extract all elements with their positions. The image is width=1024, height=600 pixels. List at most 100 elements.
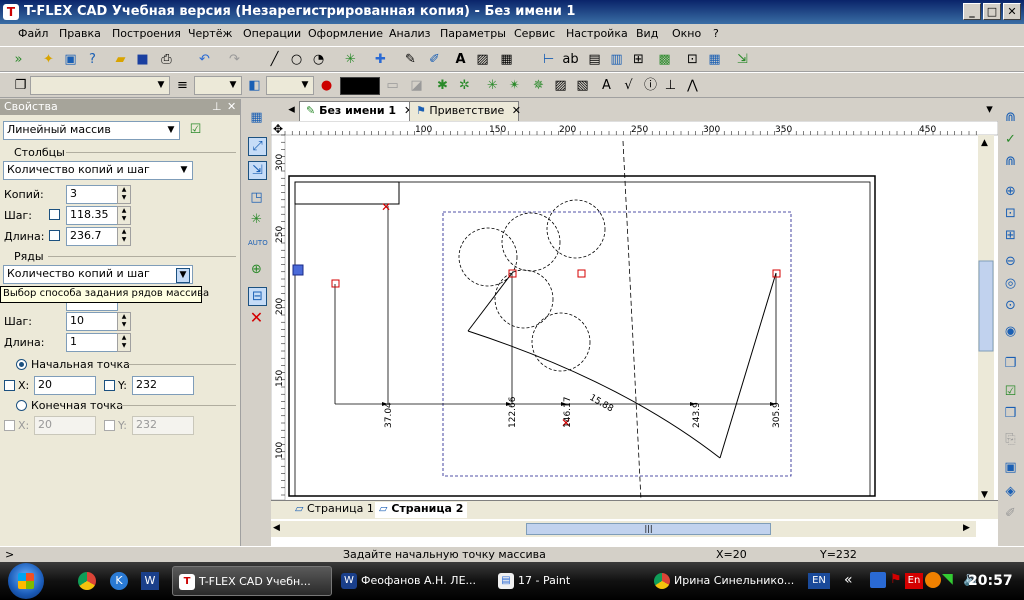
rows-step-input[interactable]: 10: [66, 312, 118, 331]
show-hidden-icons[interactable]: «: [844, 572, 853, 588]
calculator-icon[interactable]: ▦: [706, 51, 723, 68]
chrome-icon[interactable]: [78, 572, 96, 590]
taskbar-paint[interactable]: ▤ 17 - Paint: [492, 566, 647, 596]
snap-magnet-icon[interactable]: ⋒: [1002, 109, 1019, 126]
menu-parameters[interactable]: Параметры: [440, 27, 506, 40]
length-spinner[interactable]: ▲ ▼: [117, 227, 131, 246]
options-icon[interactable]: ⊟: [248, 287, 267, 306]
page-tab-2[interactable]: ▱ Страница 2: [375, 502, 468, 518]
confirm-icon[interactable]: »: [10, 51, 27, 68]
snap-mid-icon[interactable]: ✲: [456, 77, 473, 94]
weld-icon[interactable]: ⋀: [684, 77, 701, 94]
roughness-icon[interactable]: √: [620, 77, 637, 94]
scroll-left-icon[interactable]: ◀: [273, 523, 280, 533]
rows-mode-select[interactable]: Количество копий и шаг ▼: [3, 265, 193, 284]
text-frame-icon[interactable]: A: [598, 77, 615, 94]
new-3d-icon[interactable]: ▣: [62, 51, 79, 68]
cube-icon[interactable]: ▣: [1002, 459, 1019, 476]
paste-icon[interactable]: ⎘: [1002, 431, 1019, 448]
add-point-icon[interactable]: ⊕: [248, 261, 265, 278]
select-elements-icon[interactable]: ▦: [248, 109, 265, 126]
circle-tool-icon[interactable]: ○: [288, 51, 305, 68]
point-icon[interactable]: ✳: [248, 211, 265, 228]
menu-operations[interactable]: Операции: [243, 27, 301, 40]
start-y-input[interactable]: 232: [132, 376, 194, 395]
bom-icon[interactable]: ⊡: [684, 51, 701, 68]
dimension-icon[interactable]: ⊢: [540, 51, 557, 68]
start-button[interactable]: [8, 563, 44, 599]
layer-icon[interactable]: ❐: [12, 77, 29, 94]
taskbar-tflex[interactable]: T T-FLEX CAD Учебн...: [172, 566, 332, 596]
export-icon[interactable]: ⇲: [734, 51, 751, 68]
wifi-icon[interactable]: ◥: [942, 571, 953, 587]
network-icon[interactable]: [870, 572, 886, 588]
zoom-fit-icon[interactable]: ⊞: [1002, 227, 1019, 244]
menu-view[interactable]: Вид: [636, 27, 658, 40]
start-point-radio[interactable]: [16, 359, 27, 370]
cancel-icon[interactable]: ✕: [248, 309, 265, 326]
snap-icon[interactable]: ✚: [372, 51, 389, 68]
start-x-input[interactable]: 20: [34, 376, 96, 395]
page-tab-1[interactable]: ▱ Страница 1: [291, 502, 378, 518]
grid-icon[interactable]: ▩: [656, 51, 673, 68]
flag-tray-icon[interactable]: ⚑: [890, 572, 906, 588]
tab-welcome[interactable]: ⚑ Приветствие ✕: [409, 101, 521, 121]
title-bar[interactable]: T T-FLEX CAD Учебная версия (Незарегистр…: [0, 0, 1024, 24]
hatch-icon[interactable]: ▨: [474, 51, 491, 68]
step-checkbox[interactable]: [49, 209, 60, 220]
end-point-radio[interactable]: [16, 400, 27, 411]
length-checkbox[interactable]: [49, 230, 60, 241]
new-template-icon[interactable]: ?: [84, 51, 101, 68]
layers-icon[interactable]: ❐: [1002, 355, 1019, 372]
minimize-button[interactable]: _: [963, 3, 981, 20]
maximize-button[interactable]: □: [983, 3, 1001, 20]
start-x-checkbox[interactable]: [4, 380, 15, 391]
check-icon[interactable]: ☑: [1002, 383, 1019, 400]
level-combo[interactable]: ▼: [266, 76, 314, 95]
tolerance-icon[interactable]: ⓘ: [642, 77, 659, 94]
print-icon[interactable]: ⎙: [158, 51, 175, 68]
pan-icon[interactable]: ◉: [1002, 323, 1019, 340]
length-input[interactable]: 236.7: [66, 227, 118, 246]
app-icon[interactable]: T: [3, 4, 19, 20]
zoom-out-icon[interactable]: ⊖: [1002, 253, 1019, 270]
end-x-checkbox[interactable]: [4, 420, 15, 431]
pin-icon[interactable]: ⊥: [212, 100, 222, 113]
node-tool-icon[interactable]: ✳: [342, 51, 359, 68]
undo-icon[interactable]: ↶: [196, 51, 213, 68]
auto-icon[interactable]: AUTO: [248, 235, 268, 252]
direction-icon[interactable]: ⇲: [248, 161, 267, 180]
columns-mode-select[interactable]: Количество копий и шаг ▼: [3, 161, 193, 180]
horizontal-scrollbar[interactable]: ◀ ||| ▶: [271, 521, 976, 537]
zoom-all-icon[interactable]: ⊙: [1002, 297, 1019, 314]
color-palette-icon[interactable]: ●: [318, 77, 335, 94]
layer-combo[interactable]: ▼: [30, 76, 170, 95]
snap-tangent-icon[interactable]: ✵: [530, 77, 547, 94]
menu-window[interactable]: Окно: [672, 27, 701, 40]
edit-icon[interactable]: ✐: [1002, 505, 1019, 522]
start-y-checkbox[interactable]: [104, 380, 115, 391]
operation-select[interactable]: Линейный массив ▼: [3, 121, 180, 140]
drawing-area[interactable]: 100 150 200 250 300 350 450 300 250 200 …: [271, 121, 998, 546]
end-x-input[interactable]: 20: [34, 416, 96, 435]
magnet-icon[interactable]: ⋒: [1002, 153, 1019, 170]
properties-icon[interactable]: ▭: [384, 77, 401, 94]
snap-settings-icon[interactable]: ✓: [1002, 131, 1019, 148]
snap-center-icon[interactable]: ✴: [506, 77, 523, 94]
menu-help[interactable]: ?: [713, 27, 719, 40]
line-style-combo[interactable]: ▼: [194, 76, 242, 95]
kaspersky-icon[interactable]: K: [110, 572, 128, 590]
drawing-canvas[interactable]: 100 150 200 250 300 350 450 300 250 200 …: [271, 121, 998, 546]
taskbar-chrome[interactable]: Ирина Синельнико...: [648, 566, 803, 596]
menu-drawing[interactable]: Чертёж: [188, 27, 232, 40]
horizontal-scroll-thumb[interactable]: |||: [526, 523, 771, 535]
tab-scroll-left-icon[interactable]: ◂: [283, 101, 300, 118]
menu-analysis[interactable]: Анализ: [389, 27, 431, 40]
tab-untitled[interactable]: ✎ Без имени 1 ✕: [299, 101, 427, 121]
menu-edit[interactable]: Правка: [59, 27, 101, 40]
label-icon[interactable]: ab: [562, 51, 579, 68]
tab-menu-icon[interactable]: ▾: [981, 101, 998, 118]
menu-annotation[interactable]: Оформление: [308, 27, 383, 40]
hatch2-icon[interactable]: ▨: [552, 77, 569, 94]
vertical-scroll-thumb[interactable]: [978, 260, 994, 352]
